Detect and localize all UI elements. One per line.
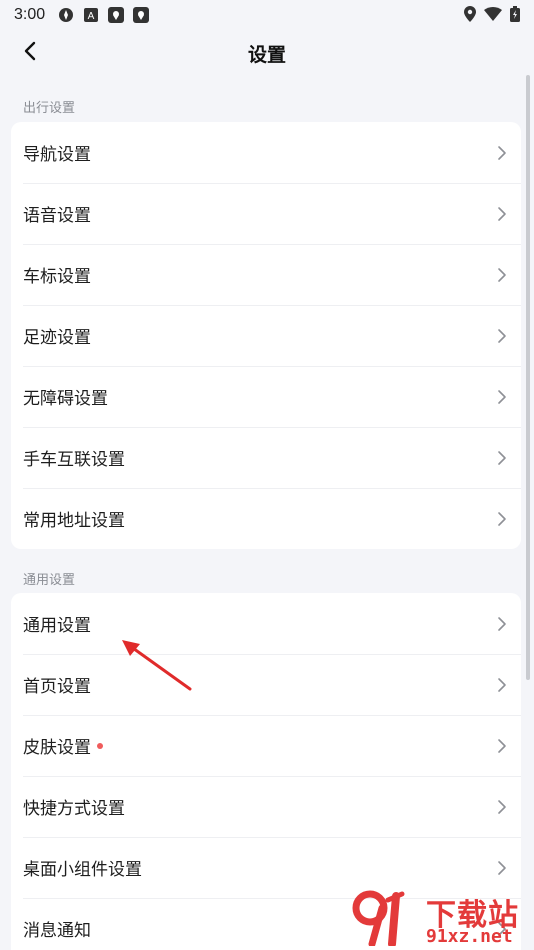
chevron-right-icon (495, 798, 509, 816)
settings-item-label: 桌面小组件设置 (23, 860, 142, 880)
settings-item-common-address[interactable]: 常用地址设置 (11, 488, 521, 549)
watermark: 下载站 91xz.net (348, 890, 526, 948)
new-badge-dot (97, 742, 103, 749)
settings-item-label: 首页设置 (23, 677, 91, 697)
settings-item-navigation[interactable]: 导航设置 (11, 122, 521, 183)
settings-item-accessibility[interactable]: 无障碍设置 (11, 366, 521, 427)
map-pin-app-icon (107, 6, 125, 24)
chevron-right-icon (495, 615, 509, 633)
battery-icon (510, 6, 520, 26)
settings-item-label: 导航设置 (23, 145, 91, 165)
wifi-icon (484, 7, 502, 25)
settings-item-label: 通用设置 (23, 616, 91, 636)
compass-icon (57, 6, 75, 24)
a-badge-icon: A (82, 6, 100, 24)
watermark-domain: 91xz.net (426, 926, 513, 947)
settings-item-label: 无障碍设置 (23, 389, 108, 409)
settings-item-widget[interactable]: 桌面小组件设置 (11, 837, 521, 898)
chevron-right-icon (495, 449, 509, 467)
settings-item-skin[interactable]: 皮肤设置 (11, 715, 521, 776)
settings-item-general[interactable]: 通用设置 (11, 593, 521, 654)
chevron-right-icon (495, 205, 509, 223)
header: 设置 (0, 30, 534, 76)
settings-item-homepage[interactable]: 首页设置 (11, 654, 521, 715)
chevron-right-icon (495, 388, 509, 406)
status-bar: 3:00 A (0, 0, 534, 30)
settings-item-label: 语音设置 (23, 206, 91, 226)
status-time: 3:00 (14, 6, 46, 23)
watermark-logo-icon (352, 890, 405, 946)
settings-item-label: 车标设置 (23, 267, 91, 287)
chevron-right-icon (495, 327, 509, 345)
settings-item-label: 足迹设置 (23, 328, 91, 348)
chevron-left-icon (23, 41, 37, 65)
section-label-general: 通用设置 (23, 573, 76, 588)
settings-item-label: 快捷方式设置 (23, 799, 125, 819)
chevron-right-icon (495, 266, 509, 284)
chevron-right-icon (495, 144, 509, 162)
scrollbar[interactable] (526, 75, 530, 680)
back-button[interactable] (16, 39, 44, 67)
svg-text:A: A (88, 11, 95, 22)
chevron-right-icon (495, 859, 509, 877)
settings-item-voice[interactable]: 语音设置 (11, 183, 521, 244)
settings-item-car-icon[interactable]: 车标设置 (11, 244, 521, 305)
settings-item-label: 皮肤设置 (23, 738, 91, 758)
map-pin-app-icon (132, 6, 150, 24)
settings-item-label-wrap: 皮肤设置 (23, 733, 103, 758)
chevron-right-icon (495, 510, 509, 528)
settings-item-shortcut[interactable]: 快捷方式设置 (11, 776, 521, 837)
settings-item-label: 消息通知 (23, 921, 91, 941)
settings-item-phone-car-link[interactable]: 手车互联设置 (11, 427, 521, 488)
chevron-right-icon (495, 737, 509, 755)
section-label-travel: 出行设置 (23, 101, 76, 116)
settings-item-label: 手车互联设置 (23, 450, 125, 470)
settings-card-travel: 导航设置 语音设置 车标设置 足迹设置 无障碍设置 手车互联设置 常用地址设置 (11, 122, 521, 549)
settings-item-footprint[interactable]: 足迹设置 (11, 305, 521, 366)
location-icon (464, 6, 476, 26)
chevron-right-icon (495, 676, 509, 694)
settings-item-label: 常用地址设置 (23, 511, 125, 531)
page-title: 设置 (247, 43, 286, 66)
